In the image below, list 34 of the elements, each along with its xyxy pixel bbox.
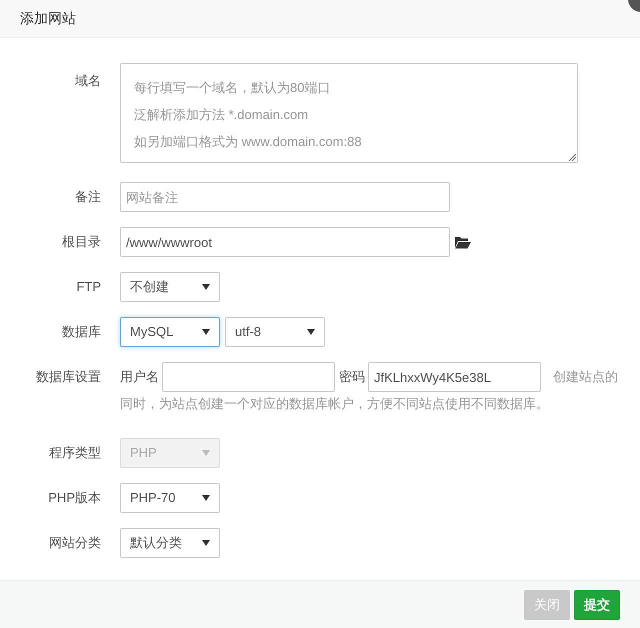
field-label: 网站分类 (49, 534, 101, 552)
field-label: 备注 (75, 188, 101, 206)
field-label: PHP版本 (48, 488, 101, 506)
dropdown[interactable]: PHP-70 (120, 482, 220, 512)
caret-icon (202, 284, 210, 290)
username-field[interactable] (162, 362, 335, 392)
field-label: 数据库设置 (36, 368, 101, 386)
placeholder-text: 泛解析添加方法 *.domain.com (134, 106, 308, 124)
caret-icon (202, 450, 210, 456)
folder-icon[interactable] (455, 236, 471, 248)
field-label: 根目录 (62, 233, 101, 251)
placeholder-text: 每行填写一个域名，默认为80端口 (134, 79, 330, 97)
caret-icon (202, 540, 210, 546)
field-label: 程序类型 (49, 444, 101, 462)
caret-icon (202, 494, 210, 500)
help-text: 同时，为站点创建一个对应的数据库帐户，方便不同站点使用不同数据库。 (120, 395, 549, 413)
field-label: FTP (76, 278, 101, 296)
field-label: 数据库 (62, 323, 101, 341)
dropdown[interactable]: 不创建 (120, 272, 220, 302)
window-title: 添加网站 (20, 9, 76, 28)
field-label: 域名 (75, 72, 101, 90)
help-text: 创建站点的 (553, 368, 618, 386)
caret-icon (202, 329, 210, 335)
caret-icon (307, 329, 315, 335)
resize-handle-icon[interactable] (568, 153, 576, 161)
field-label: 密码 (339, 368, 365, 386)
path-field[interactable]: /www/wwwroot (120, 227, 450, 257)
dropdown[interactable]: 默认分类 (120, 528, 220, 558)
field-label: 用户名 (120, 368, 159, 386)
remark-field[interactable]: 网站备注 (120, 182, 450, 212)
placeholder-text: 如另加端口格式为 www.domain.com:88 (134, 133, 362, 151)
dropdown[interactable]: utf-8 (225, 317, 325, 347)
dropdown[interactable]: MySQL (120, 317, 220, 347)
password-field[interactable]: JfKLhxxWy4K5e38L (368, 362, 541, 392)
